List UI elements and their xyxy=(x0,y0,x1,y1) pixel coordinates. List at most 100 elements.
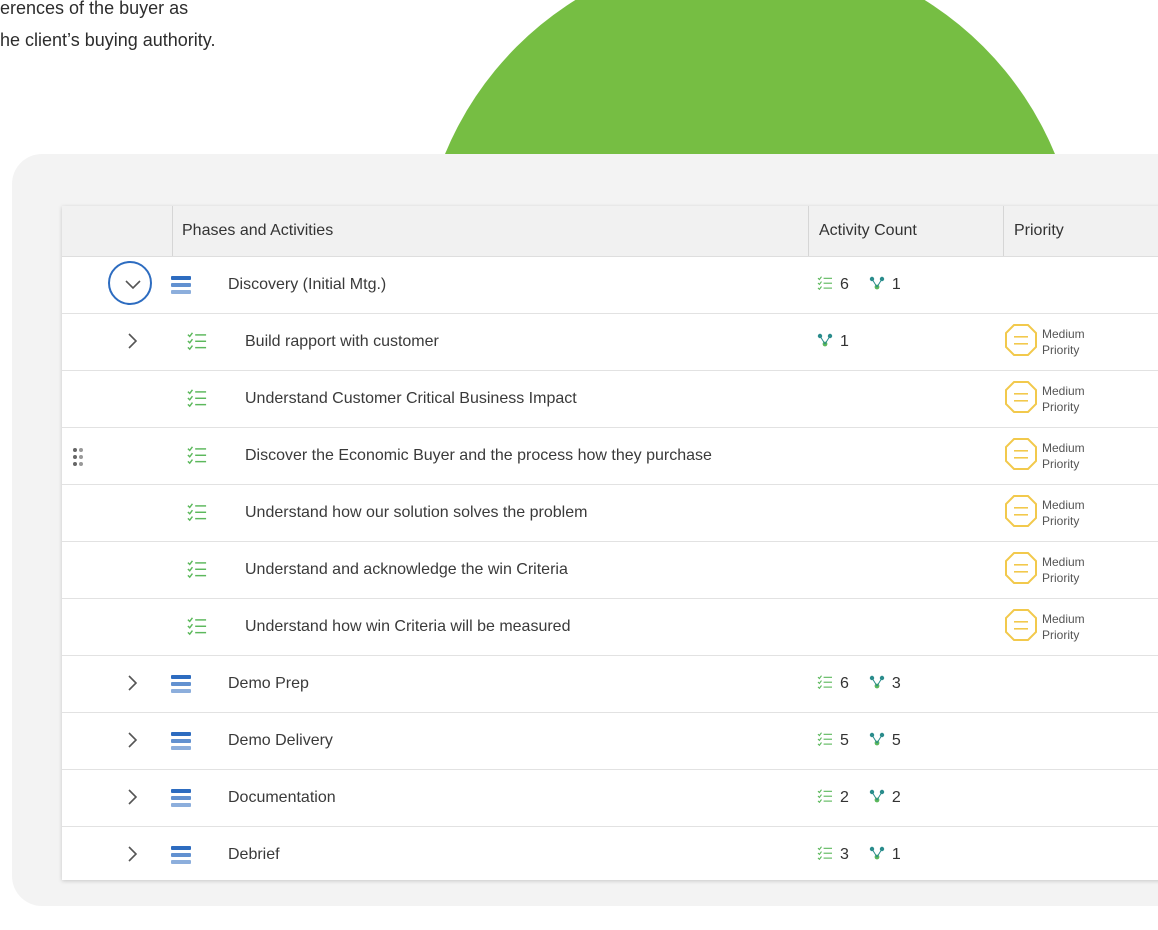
activity-counts: 22 xyxy=(817,770,915,826)
activity-counts: 61 xyxy=(817,257,915,313)
branch-count: 5 xyxy=(869,732,901,751)
activity-checklist-icon xyxy=(187,616,207,641)
priority-badge[interactable]: Medium Priority xyxy=(1004,380,1085,419)
branch-count-value: 1 xyxy=(840,333,849,350)
phase-row[interactable]: Documentation 2 2 xyxy=(62,770,1158,827)
branch-count-value: 2 xyxy=(891,789,901,806)
priority-medium-icon xyxy=(1004,494,1038,533)
activity-title[interactable]: Understand how win Criteria will be meas… xyxy=(245,599,570,655)
phase-title[interactable]: Demo Delivery xyxy=(228,713,333,769)
branch-icon xyxy=(817,333,833,352)
activity-title[interactable]: Understand how our solution solves the p… xyxy=(245,485,587,541)
priority-badge[interactable]: Medium Priority xyxy=(1004,608,1085,647)
activity-title[interactable]: Discover the Economic Buyer and the proc… xyxy=(245,428,712,484)
priority-label: Medium Priority xyxy=(1042,611,1085,643)
priority-label: Medium Priority xyxy=(1042,554,1085,586)
table-body: Discovery (Initial Mtg.) 6 1 Build rapport … xyxy=(62,257,1158,880)
activity-checklist-icon xyxy=(187,388,207,413)
activity-counts: 1 xyxy=(817,314,863,370)
branch-count-value: 5 xyxy=(891,732,901,749)
chevron-down-icon[interactable] xyxy=(122,273,144,295)
phase-title[interactable]: Documentation xyxy=(228,770,336,826)
checklist-icon xyxy=(817,731,833,751)
priority-medium-icon xyxy=(1004,551,1038,590)
column-header-activity-count[interactable]: Activity Count xyxy=(808,206,1004,256)
phase-icon xyxy=(170,845,192,870)
phase-title[interactable]: Demo Prep xyxy=(228,656,309,712)
chevron-right-icon[interactable] xyxy=(122,672,144,694)
priority-label-line-2: Priority xyxy=(1042,514,1080,528)
checklist-icon xyxy=(817,674,833,694)
priority-badge[interactable]: Medium Priority xyxy=(1004,494,1085,533)
chevron-right-icon[interactable] xyxy=(122,729,144,751)
activity-counts: 55 xyxy=(817,713,915,769)
priority-badge[interactable]: Medium Priority xyxy=(1004,551,1085,590)
branch-count: 3 xyxy=(869,675,901,694)
priority-badge[interactable]: Medium Priority xyxy=(1004,437,1085,476)
phase-row[interactable]: Discovery (Initial Mtg.) 6 1 xyxy=(62,257,1158,314)
branch-icon xyxy=(869,846,885,865)
phase-icon xyxy=(170,674,192,699)
activity-title[interactable]: Build rapport with customer xyxy=(245,314,439,370)
priority-badge[interactable]: Medium Priority xyxy=(1004,323,1085,362)
phase-title[interactable]: Debrief xyxy=(228,827,280,880)
chevron-right-icon[interactable] xyxy=(122,843,144,865)
chevron-right-icon[interactable] xyxy=(122,786,144,808)
column-header-phases[interactable]: Phases and Activities xyxy=(172,206,807,256)
activity-title[interactable]: Understand and acknowledge the win Crite… xyxy=(245,542,568,598)
phase-icon xyxy=(170,788,192,813)
activity-title[interactable]: Understand Customer Critical Business Im… xyxy=(245,371,577,427)
checklist-icon xyxy=(817,845,833,865)
activity-count-value: 6 xyxy=(840,675,849,692)
priority-label: Medium Priority xyxy=(1042,383,1085,415)
phase-row[interactable]: Demo Prep 6 3 xyxy=(62,656,1158,713)
activity-count: 3 xyxy=(817,845,849,865)
priority-medium-icon xyxy=(1004,380,1038,419)
priority-label-line-2: Priority xyxy=(1042,457,1080,471)
activity-row[interactable]: Understand Customer Critical Business Im… xyxy=(62,371,1158,428)
phase-row[interactable]: Demo Delivery 5 5 xyxy=(62,713,1158,770)
drag-handle-icon[interactable] xyxy=(72,447,84,472)
chevron-right-icon[interactable] xyxy=(122,330,144,352)
branch-count-value: 1 xyxy=(891,846,901,863)
activity-checklist-icon xyxy=(187,502,207,527)
activity-row[interactable]: Understand and acknowledge the win Crite… xyxy=(62,542,1158,599)
priority-label-line-2: Priority xyxy=(1042,628,1080,642)
phase-title[interactable]: Discovery (Initial Mtg.) xyxy=(228,257,386,313)
activity-count: 6 xyxy=(817,674,849,694)
branch-count-value: 1 xyxy=(891,276,901,293)
activity-checklist-icon xyxy=(187,445,207,470)
priority-label-line-1: Medium xyxy=(1042,498,1085,512)
activity-count: 6 xyxy=(817,275,849,295)
priority-label-line-1: Medium xyxy=(1042,384,1085,398)
priority-label-line-1: Medium xyxy=(1042,555,1085,569)
priority-label: Medium Priority xyxy=(1042,440,1085,472)
priority-medium-icon xyxy=(1004,323,1038,362)
branch-count: 1 xyxy=(869,276,901,295)
checklist-icon xyxy=(817,275,833,295)
activity-counts: 63 xyxy=(817,656,915,712)
phases-table: Phases and Activities Activity Count Pri… xyxy=(62,206,1158,880)
intro-line-2: he client’s buying authority. xyxy=(0,30,216,50)
branch-icon xyxy=(869,789,885,808)
activity-counts: 31 xyxy=(817,827,915,880)
activity-count-value: 5 xyxy=(840,732,849,749)
intro-text: erences of the buyer as he client’s buyi… xyxy=(0,0,215,56)
activity-checklist-icon xyxy=(187,331,207,356)
activity-row[interactable]: Understand how win Criteria will be meas… xyxy=(62,599,1158,656)
column-header-priority[interactable]: Priority xyxy=(1003,206,1158,256)
activity-row[interactable]: Understand how our solution solves the p… xyxy=(62,485,1158,542)
branch-count-value: 3 xyxy=(891,675,901,692)
activity-count-value: 3 xyxy=(840,846,849,863)
phase-row[interactable]: Debrief 3 1 xyxy=(62,827,1158,880)
phase-icon xyxy=(170,731,192,756)
activity-row[interactable]: Build rapport with customer 1 Medium Priori… xyxy=(62,314,1158,371)
priority-medium-icon xyxy=(1004,437,1038,476)
activity-count: 5 xyxy=(817,731,849,751)
branch-count: 1 xyxy=(869,846,901,865)
priority-label-line-1: Medium xyxy=(1042,327,1085,341)
activity-count-value: 6 xyxy=(840,276,849,293)
activity-row[interactable]: Discover the Economic Buyer and the proc… xyxy=(62,428,1158,485)
priority-label: Medium Priority xyxy=(1042,497,1085,529)
priority-medium-icon xyxy=(1004,608,1038,647)
